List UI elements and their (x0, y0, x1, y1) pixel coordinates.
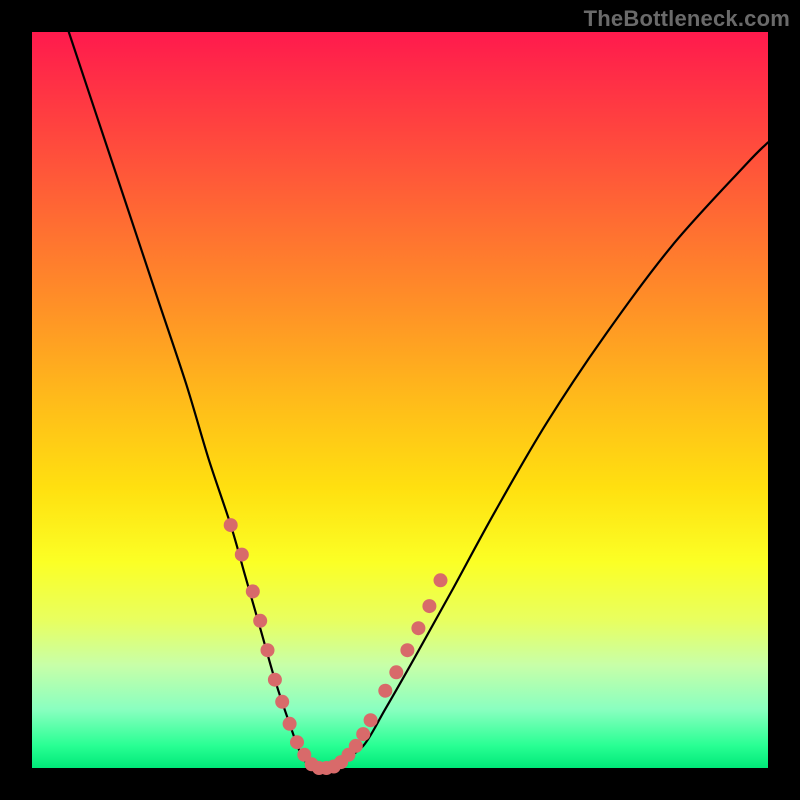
marker-dot (378, 684, 392, 698)
curve-layer (69, 32, 768, 769)
marker-dot (235, 548, 249, 562)
marker-dot (283, 717, 297, 731)
marker-dot (422, 599, 436, 613)
marker-dot (364, 713, 378, 727)
outer-frame: TheBottleneck.com (0, 0, 800, 800)
marker-dot (411, 621, 425, 635)
marker-dot (253, 614, 267, 628)
marker-dot (349, 739, 363, 753)
marker-dot (246, 584, 260, 598)
marker-dot (224, 518, 238, 532)
marker-dot (268, 673, 282, 687)
watermark-text: TheBottleneck.com (584, 6, 790, 32)
marker-dot (275, 695, 289, 709)
marker-dot (389, 665, 403, 679)
plot-area (32, 32, 768, 768)
marker-dot (261, 643, 275, 657)
marker-layer (224, 518, 448, 775)
marker-dot (290, 735, 304, 749)
marker-dot (434, 573, 448, 587)
marker-dot (400, 643, 414, 657)
bottleneck-curve (69, 32, 768, 769)
chart-svg (32, 32, 768, 768)
marker-dot (356, 727, 370, 741)
